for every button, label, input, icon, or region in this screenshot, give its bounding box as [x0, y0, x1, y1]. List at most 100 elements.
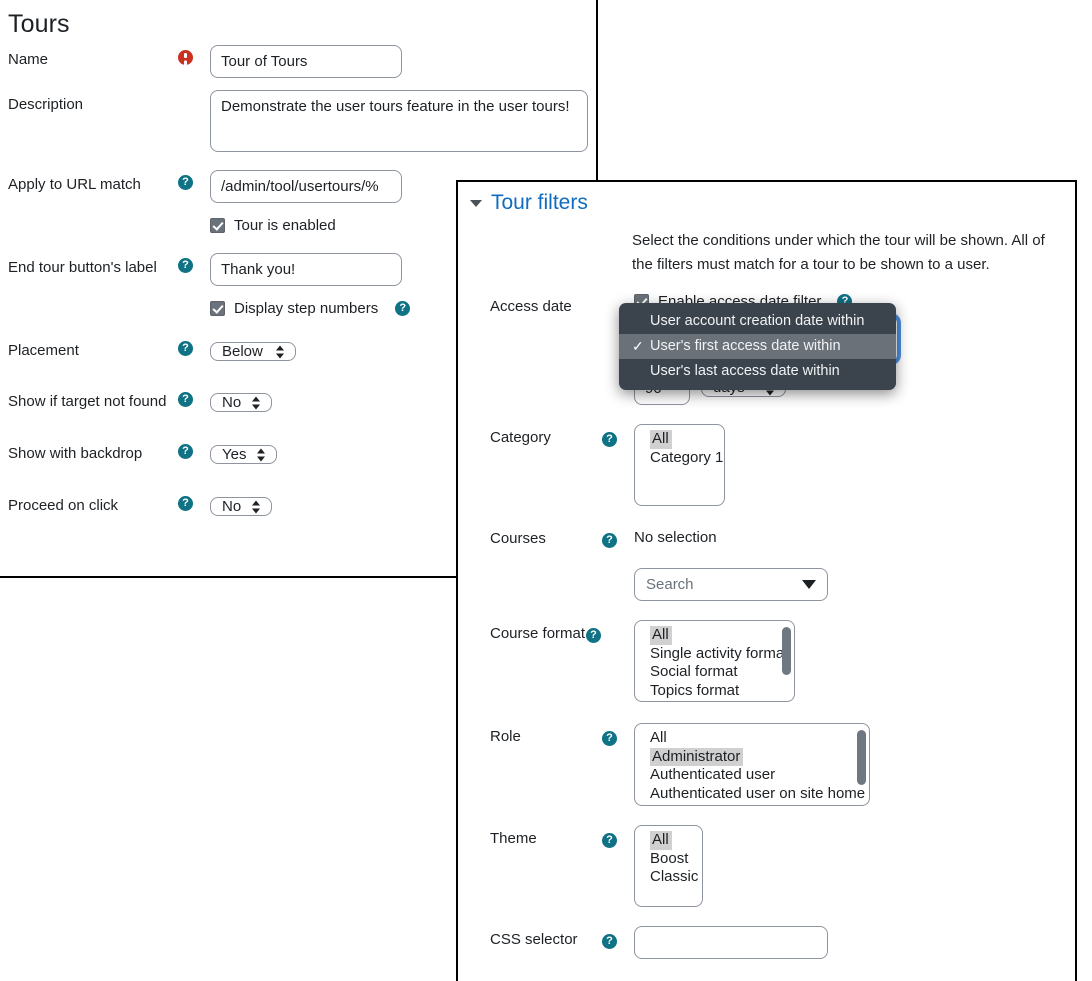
marker-spacer-tour-enabled [178, 217, 210, 222]
courses-search-input[interactable]: Search [634, 568, 828, 601]
list-item[interactable]: Weekly format [635, 700, 794, 701]
field-row-description: Description Demonstrate the user tours f… [0, 90, 596, 157]
help-icon[interactable]: ? [178, 258, 193, 273]
proceed-on-click-select-wrap[interactable]: No [210, 491, 273, 522]
tour-filters-description: Select the conditions under which the to… [632, 232, 1045, 273]
screenshot-root: Tours Name Description Demonstrate the u… [0, 0, 1092, 981]
help-marker-courses: ? [602, 525, 634, 548]
help-icon[interactable]: ? [178, 175, 193, 190]
course-format-listbox[interactable]: All Single activity format Social format… [634, 620, 795, 702]
list-item[interactable]: Boost [635, 850, 702, 869]
list-item[interactable]: Authenticated user on site home [635, 785, 869, 804]
help-icon[interactable]: ? [602, 731, 617, 746]
help-marker-end-button: ? [178, 253, 210, 273]
label-show-with-backdrop: Show with backdrop [8, 445, 143, 462]
help-icon[interactable]: ? [602, 934, 617, 949]
proceed-on-click-select[interactable]: No [210, 497, 273, 516]
list-item[interactable]: Social format [635, 663, 794, 682]
field-row-course-format: Course format ? All Single activity form… [458, 620, 1075, 702]
role-listbox[interactable]: All Administrator Authenticated user Aut… [634, 723, 870, 806]
tour-filters-header[interactable]: Tour filters [470, 191, 1075, 215]
control-courses: No selection Search [634, 525, 1075, 601]
field-row-css-selector: CSS selector ? [458, 926, 1075, 959]
theme-listbox[interactable]: All Boost Classic [634, 825, 703, 907]
field-row-role: Role ? All Administrator Authenticated u… [458, 723, 1075, 806]
help-icon[interactable]: ? [602, 533, 617, 548]
label-description: Description [8, 96, 84, 113]
display-step-numbers-checkbox[interactable] [210, 301, 225, 316]
show-with-backdrop-select-wrap[interactable]: Yes [210, 439, 278, 470]
required-marker-name [178, 45, 210, 65]
show-with-backdrop-select[interactable]: Yes [210, 445, 278, 464]
label-placement: Placement [8, 342, 79, 359]
field-row-courses: Courses ? No selection Search [458, 525, 1075, 601]
help-icon[interactable]: ? [178, 392, 193, 407]
field-row-theme: Theme ? All Boost Classic [458, 825, 1075, 907]
help-marker-show-if-target: ? [178, 387, 210, 407]
list-item[interactable]: All [650, 430, 672, 449]
list-item[interactable]: Topics format [635, 682, 794, 701]
list-item[interactable]: Single activity format [635, 645, 794, 664]
list-item[interactable]: Authenticated user [635, 766, 869, 785]
help-marker-theme: ? [602, 825, 634, 848]
label-role: Role [490, 728, 521, 745]
help-icon[interactable]: ? [178, 496, 193, 511]
chevron-down-icon[interactable] [470, 199, 482, 207]
help-marker-css-selector: ? [602, 926, 634, 949]
marker-spacer-access-date [602, 293, 634, 298]
help-marker-role: ? [602, 723, 634, 746]
tour-enabled-checkbox[interactable] [210, 218, 225, 233]
list-item[interactable]: Administrator [650, 747, 744, 766]
dropdown-option-last-access[interactable]: User's last access date within [619, 359, 896, 384]
list-item[interactable]: Category 1 [635, 449, 724, 468]
show-if-target-select[interactable]: No [210, 393, 273, 412]
placement-select[interactable]: Below [210, 342, 296, 361]
scrollbar-thumb[interactable] [782, 627, 791, 675]
category-listbox[interactable]: All Category 1 [634, 424, 725, 506]
dropdown-option-account-creation[interactable]: User account creation date within [619, 309, 896, 334]
list-item[interactable]: Classic [635, 868, 702, 887]
dropdown-option-first-access[interactable]: User's first access date within [619, 334, 896, 359]
field-row-name: Name [0, 45, 596, 78]
help-marker-backdrop: ? [178, 439, 210, 459]
control-category: All Category 1 [634, 424, 1075, 506]
tour-filters-title[interactable]: Tour filters [491, 191, 588, 215]
label-proceed-on-click: Proceed on click [8, 497, 119, 514]
label-access-date: Access date [490, 298, 572, 315]
control-css-selector [634, 926, 1075, 959]
access-date-type-dropdown[interactable]: User account creation date within User's… [619, 303, 896, 390]
help-icon[interactable]: ? [602, 833, 617, 848]
label-end-button: End tour button's label [8, 259, 157, 276]
scrollbar-thumb[interactable] [857, 730, 866, 785]
list-item[interactable]: All [635, 729, 869, 748]
help-icon[interactable]: ? [395, 301, 411, 316]
css-selector-input[interactable] [634, 926, 828, 959]
field-row-category: Category ? All Category 1 [458, 424, 1075, 506]
required-icon [178, 50, 193, 65]
end-button-label-input[interactable] [210, 253, 402, 286]
help-icon[interactable]: ? [586, 628, 601, 643]
chevron-down-icon[interactable] [802, 580, 816, 589]
list-item[interactable]: Course creator [635, 803, 869, 805]
description-textarea[interactable]: Demonstrate the user tours feature in th… [210, 90, 588, 152]
list-item[interactable]: All [650, 626, 672, 645]
help-icon[interactable]: ? [178, 444, 193, 459]
display-step-numbers-label: Display step numbers [234, 300, 379, 317]
help-icon[interactable]: ? [602, 432, 617, 447]
help-marker-url-match: ? [178, 170, 210, 190]
label-theme: Theme [490, 830, 537, 847]
help-marker-course-format: ? [586, 620, 634, 643]
help-icon[interactable]: ? [178, 341, 193, 356]
placement-select-wrap[interactable]: Below [210, 336, 296, 367]
control-course-format: All Single activity format Social format… [634, 620, 1075, 702]
show-if-target-select-wrap[interactable]: No [210, 387, 273, 418]
help-marker-placement: ? [178, 336, 210, 356]
name-input[interactable] [210, 45, 402, 78]
marker-spacer-step-numbers [178, 300, 210, 305]
label-category: Category [490, 429, 551, 446]
url-match-input[interactable] [210, 170, 402, 203]
label-url-match: Apply to URL match [8, 176, 141, 193]
control-name [210, 45, 596, 78]
label-courses: Courses [490, 530, 546, 547]
list-item[interactable]: All [650, 831, 672, 850]
